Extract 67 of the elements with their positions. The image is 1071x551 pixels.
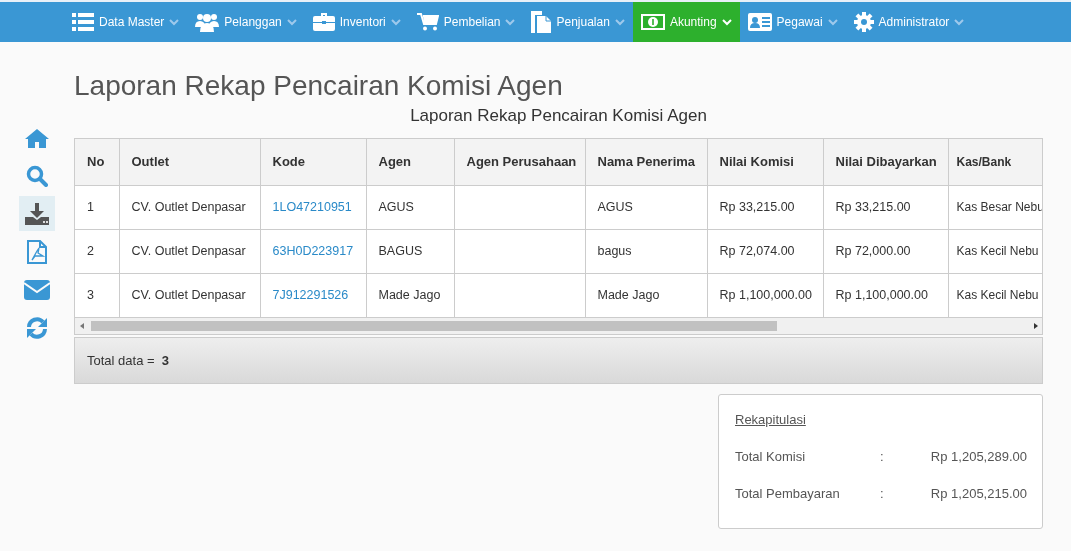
chevron-icon	[614, 18, 625, 26]
nav-menu-item[interactable]: Administrator	[845, 2, 973, 42]
recap-value: Rp 1,205,215.00	[930, 485, 1027, 501]
id-card-icon	[747, 13, 772, 31]
nav-menu-item[interactable]: Penjualan	[523, 2, 633, 42]
recap-separator: :	[880, 485, 885, 501]
nav-menu-item[interactable]: Inventori	[304, 2, 409, 42]
list-icon	[72, 13, 94, 31]
code-link[interactable]: 1LO47210951	[272, 200, 352, 214]
table-cell-text: Kas Kecil Nebu	[956, 244, 1039, 258]
table-cell-text: 1	[87, 200, 94, 214]
column-header[interactable]: Nilai Dibayarkan	[823, 139, 948, 185]
code-link[interactable]: 63H0D223917	[272, 244, 354, 258]
recap-value: Rp 1,205,289.00	[930, 448, 1027, 464]
column-header[interactable]: Outlet	[119, 139, 260, 185]
table-cell-text: CV. Outlet Denpasar	[131, 244, 246, 258]
nav-menu-item[interactable]: Pegawai	[739, 2, 846, 42]
recap-label: Total Pembayaran	[735, 485, 841, 501]
table-cell-text: AGUS	[597, 200, 633, 214]
table-cell-text: Rp 1,100,000.00	[719, 288, 812, 302]
report-title: Laporan Rekap Pencairan Komisi Agen	[410, 105, 707, 127]
column-header[interactable]: Agen Perusahaan	[454, 139, 585, 185]
document-icon	[531, 11, 552, 33]
column-header[interactable]: Agen	[366, 139, 454, 185]
banknote-icon	[640, 14, 665, 30]
settings-icon	[853, 12, 874, 32]
total-data-text: Total data = 3	[87, 352, 170, 368]
table-cell-text: AGUS	[378, 200, 414, 214]
table-cell-text: 2	[87, 244, 94, 258]
nav-menu-item[interactable]: Akunting	[632, 2, 740, 42]
nav-menu-item[interactable]: Pembelian	[408, 2, 524, 42]
column-header[interactable]: Kode	[260, 139, 366, 185]
table-cell-text: bagus	[597, 244, 632, 258]
column-header[interactable]: No	[75, 139, 119, 185]
chevron-icon	[954, 18, 965, 26]
code-link[interactable]: 7J912291526	[272, 288, 349, 302]
table-cell-text: Rp 1,100,000.00	[835, 288, 928, 302]
table-cell-text: CV. Outlet Denpasar	[131, 200, 246, 214]
chevron-icon	[721, 18, 732, 26]
page-title: Laporan Rekap Pencairan Komisi Agen	[74, 70, 563, 102]
table-cell-text: Made Jago	[597, 288, 660, 302]
table-cell-text: Rp 72,000.00	[835, 244, 911, 258]
table-cell-text: CV. Outlet Denpasar	[131, 288, 246, 302]
chevron-icon	[827, 18, 838, 26]
table-cell-text: Rp 33,215.00	[719, 200, 795, 214]
cart-icon	[416, 13, 439, 31]
chevron-icon	[505, 18, 516, 26]
column-header[interactable]: Nilai Komisi	[707, 139, 823, 185]
people-icon	[195, 12, 220, 32]
download-icon[interactable]	[19, 196, 55, 231]
table-cell-text: 3	[87, 288, 94, 302]
recap-title: Rekapitulasi	[735, 411, 806, 427]
table-cell-text: Rp 33,215.00	[835, 200, 911, 214]
column-header[interactable]: Kas/Bank	[948, 139, 1042, 185]
chevron-icon	[169, 18, 180, 26]
recap-separator: :	[880, 448, 885, 464]
table-cell-text: BAGUS	[378, 244, 423, 258]
nav-menu-item[interactable]: Data Master	[64, 2, 188, 42]
table-cell-text: Made Jago	[378, 288, 441, 302]
chevron-icon	[286, 18, 297, 26]
table-cell-text: Kas Kecil Nebu	[956, 288, 1039, 302]
column-header[interactable]: Nama Penerima	[585, 139, 707, 185]
briefcase-icon	[312, 13, 335, 31]
recap-label: Total Komisi	[735, 448, 807, 464]
nav-menu-item[interactable]: Pelanggan	[187, 2, 305, 42]
chevron-icon	[390, 18, 401, 26]
table-cell-text: Rp 72,074.00	[719, 244, 795, 258]
